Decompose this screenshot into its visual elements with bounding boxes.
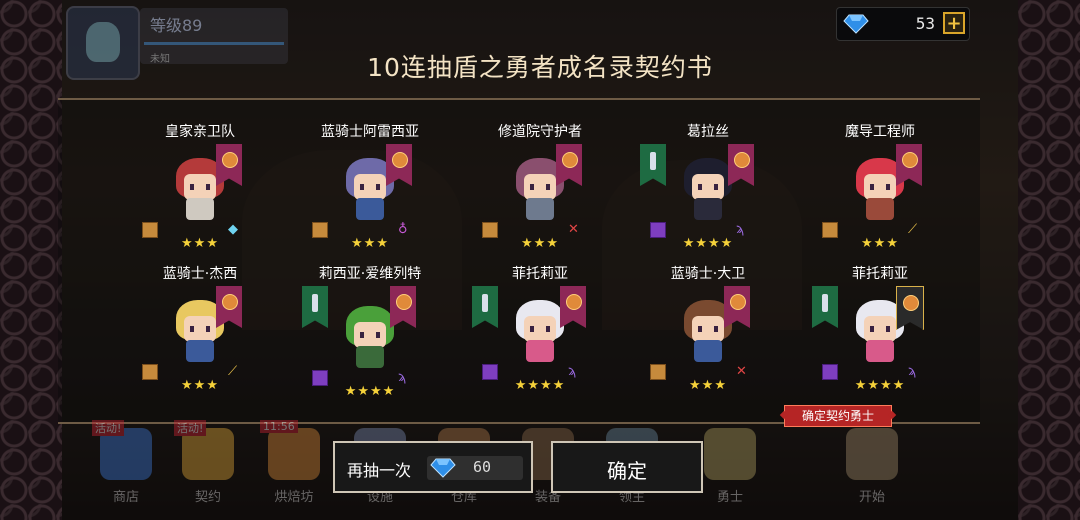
hero-name: 葛拉丝	[687, 124, 729, 140]
nav-item-1[interactable]: 活动! 契约	[168, 420, 248, 520]
hero-stars: ★★★★	[514, 378, 566, 393]
hero-card[interactable]: 修道院守护者 ✕ ★★★	[460, 124, 620, 264]
draw-again-label: 再抽一次	[347, 461, 412, 480]
hero-stars: ★★★	[689, 378, 727, 393]
hero-name: 蓝骑士阿雷西亚	[321, 124, 419, 140]
hero-name: 菲托莉亚	[512, 266, 568, 282]
hero-name: 魔导工程师	[845, 124, 915, 140]
hero-stars: ★★★★	[682, 236, 734, 251]
nav-item-2[interactable]: 11:56 烘焙坊	[254, 420, 334, 520]
hero-name: 菲托莉亚	[852, 266, 908, 282]
gem-count: 53	[915, 14, 935, 33]
class-banner-icon	[390, 286, 416, 328]
draw-again-button[interactable]: 再抽一次 60	[333, 441, 533, 493]
hero-name: 蓝骑士·杰西	[162, 266, 238, 282]
weapon-icon: ⟋	[908, 222, 918, 237]
hero-card[interactable]: 莉西亚·爱维列特 ϡ ★★★★	[290, 266, 450, 406]
hero-stars: ★★★	[181, 236, 219, 251]
sword-banner-icon	[812, 286, 838, 328]
hero-stars: ★★★	[351, 236, 389, 251]
hero-card[interactable]: 菲托莉亚 ϡ ★★★★	[800, 266, 960, 406]
weapon-icon: ✕	[568, 222, 579, 237]
player-level: 等级89	[150, 16, 203, 35]
hero-card[interactable]: 葛拉丝 ϡ ★★★★	[628, 124, 788, 264]
nav-icon	[846, 428, 898, 480]
hero-stars: ★★★★	[854, 378, 906, 393]
hero-card[interactable]: 皇家亲卫队 ◆ ★★★	[120, 124, 280, 264]
confirm-button[interactable]: 确定	[551, 441, 703, 493]
hero-stars: ★★★	[181, 378, 219, 393]
class-banner-icon	[560, 286, 586, 328]
nav-label: 契约	[194, 490, 221, 505]
weapon-icon: ϡ	[736, 222, 745, 237]
sword-banner-icon	[472, 286, 498, 328]
contract-title: 10连抽盾之勇者成名录契约书	[367, 53, 713, 82]
weapon-icon: ⟋	[228, 364, 238, 379]
nav-badge: 11:56	[260, 420, 298, 433]
hero-card[interactable]: 菲托莉亚 ϡ ★★★★	[460, 266, 620, 406]
hero-stars: ★★★	[521, 236, 559, 251]
weapon-icon: ◆	[228, 222, 238, 237]
hero-stars: ★★★★	[344, 384, 396, 399]
diamond-icon	[843, 14, 869, 34]
hero-stars: ★★★	[861, 236, 899, 251]
weapon-icon: ♁	[398, 222, 408, 237]
hero-name: 蓝骑士·大卫	[670, 266, 746, 282]
hero-card[interactable]: 魔导工程师 ⟋ ★★★	[800, 124, 960, 264]
weapon-icon: ϡ	[568, 364, 577, 379]
nav-label: 商店	[112, 490, 139, 505]
hero-card[interactable]: 蓝骑士·大卫 ✕ ★★★	[628, 266, 788, 406]
class-banner-icon	[896, 286, 924, 330]
nav-icon	[704, 428, 756, 480]
hero-name: 修道院守护者	[498, 124, 582, 140]
class-banner-icon	[728, 144, 754, 186]
draw-again-cost: 60	[427, 456, 523, 480]
weapon-icon: ϡ	[908, 364, 917, 379]
weapon-icon: ✕	[736, 364, 747, 379]
hero-name: 莉西亚·爱维列特	[318, 266, 422, 282]
add-gems-button[interactable]: +	[943, 12, 965, 34]
hero-name: 皇家亲卫队	[165, 124, 235, 140]
nav-badge: 活动!	[92, 420, 125, 436]
sword-banner-icon	[302, 286, 328, 328]
confirm-label: 确定	[607, 459, 647, 483]
hero-card[interactable]: 蓝骑士阿雷西亚 ♁ ★★★	[290, 124, 450, 264]
sword-banner-icon	[640, 144, 666, 186]
nav-item-8[interactable]: 开始	[832, 420, 912, 520]
nav-icon	[268, 428, 320, 480]
draw-again-cost-value: 60	[473, 458, 492, 476]
weapon-icon: ϡ	[398, 370, 407, 385]
diamond-icon	[430, 458, 456, 478]
nav-badge: 活动!	[174, 420, 207, 436]
nav-label: 开始	[858, 490, 885, 505]
nav-label: 烘焙坊	[274, 490, 314, 505]
gem-counter: 53 +	[836, 7, 970, 41]
hero-card[interactable]: 蓝骑士·杰西 ⟋ ★★★	[120, 266, 280, 406]
nav-item-0[interactable]: 活动! 商店	[86, 420, 166, 520]
exp-bar	[144, 42, 284, 45]
